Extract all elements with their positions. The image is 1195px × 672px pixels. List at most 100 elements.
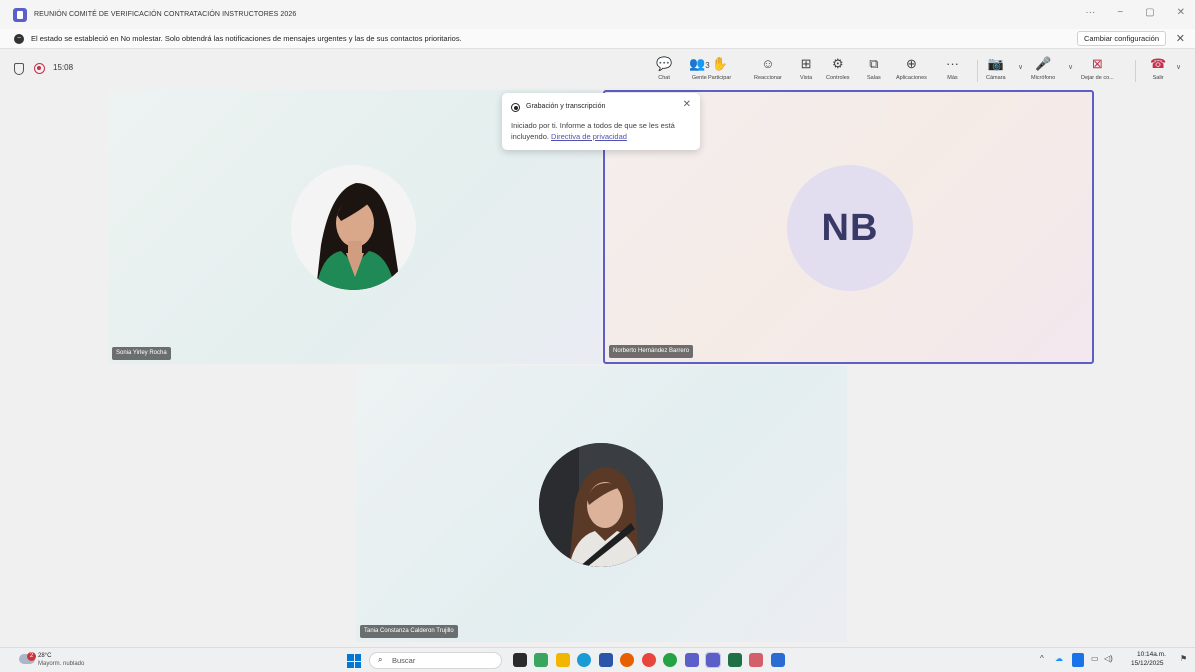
weather-description[interactable]: Mayorm. nublado <box>38 661 84 667</box>
teams-app-icon[interactable] <box>685 653 699 667</box>
notification-close-icon[interactable]: ✕ <box>1176 32 1185 45</box>
apps-button[interactable]: ⊕ Aplicaciones <box>896 55 927 81</box>
meeting-timer: 15:08 <box>53 63 74 72</box>
leave-label: Salir <box>1152 75 1164 81</box>
stop-sharing-button[interactable]: ⊠ Dejar de co... <box>1081 55 1114 81</box>
tray-expand-icon[interactable]: ^ <box>1040 654 1044 663</box>
recording-icon <box>511 103 520 112</box>
search-placeholder: Buscar <box>392 656 416 665</box>
teams-meeting-icon[interactable] <box>705 652 721 668</box>
people-icon: 👥3 <box>689 56 710 71</box>
file-explorer-icon[interactable] <box>556 653 570 667</box>
chat-icon: 💬 <box>656 56 673 71</box>
ellipsis-icon: ··· <box>946 56 959 71</box>
people-button[interactable]: 👥3 Gente <box>689 55 710 81</box>
snipping-tool-icon[interactable] <box>749 653 763 667</box>
view-button[interactable]: ⊞ Vista <box>800 55 812 81</box>
add-apps-icon: ⊕ <box>905 56 917 71</box>
volume-icon[interactable]: ◁) <box>1104 654 1113 663</box>
leave-button[interactable]: ☎ Salir <box>1150 55 1166 81</box>
react-button[interactable]: ☺ Reaccionar <box>754 55 782 81</box>
task-view-icon[interactable] <box>513 653 527 667</box>
meeting-toolbar: 15:08 💬 Chat 👥3 Gente ✋ Participar ☺ Rea… <box>0 50 1195 90</box>
whatsapp-icon[interactable] <box>663 653 677 667</box>
woman-portrait-icon <box>291 165 416 290</box>
do-not-disturb-icon: − <box>14 33 24 44</box>
window-controls: ··· − ▢ ✕ <box>1085 7 1185 18</box>
raise-hand-button[interactable]: ✋ Participar <box>708 55 731 81</box>
teams-logo-icon <box>13 7 27 22</box>
participant-name-tag: Norberto Hernández Barrero <box>609 345 694 358</box>
weather-temperature[interactable]: 28°C <box>38 653 51 659</box>
shield-icon[interactable] <box>14 63 24 75</box>
chat-label: Chat <box>658 75 670 81</box>
title-bar: REUNIÓN COMITÉ DE VERIFICACIÓN CONTRATAC… <box>0 0 1195 29</box>
view-label: Vista <box>800 75 813 81</box>
window-title: REUNIÓN COMITÉ DE VERIFICACIÓN CONTRATAC… <box>34 11 297 18</box>
smiley-icon: ☺ <box>761 56 775 71</box>
more-options-icon[interactable]: ··· <box>1085 7 1095 18</box>
stop-sharing-icon: ⊠ <box>1091 56 1103 71</box>
participant-photo-avatar <box>291 165 416 290</box>
more-label: Más <box>947 75 958 81</box>
react-label: Reaccionar <box>754 75 782 81</box>
popup-body: Iniciado por ti. Informe a todos de que … <box>511 120 696 142</box>
hang-up-icon: ☎ <box>1150 56 1167 71</box>
windows-start-icon[interactable] <box>347 654 361 668</box>
camera-options-chevron-icon[interactable]: ∨ <box>1018 63 1023 71</box>
rooms-button[interactable]: ⧉ Salas <box>867 55 881 81</box>
participant-photo-avatar <box>539 443 663 567</box>
firefox-icon[interactable] <box>620 653 634 667</box>
mic-label: Micrófono <box>1031 75 1056 81</box>
more-button[interactable]: ··· Más <box>946 55 959 81</box>
clock-time[interactable]: 10:14a.m. <box>1137 651 1166 658</box>
store-app-icon[interactable] <box>599 653 613 667</box>
change-settings-button[interactable]: Cambiar configuración <box>1076 31 1166 46</box>
rooms-label: Salas <box>867 75 881 81</box>
woman-in-car-portrait-icon <box>539 443 663 567</box>
popup-close-icon[interactable]: ✕ <box>683 99 691 110</box>
chrome-icon[interactable] <box>642 653 656 667</box>
controls-label: Controles <box>826 75 850 81</box>
mic-options-chevron-icon[interactable]: ∨ <box>1068 63 1073 71</box>
raise-hand-icon: ✋ <box>711 56 728 71</box>
microphone-icon: 🎤 <box>1034 56 1052 71</box>
controls-button[interactable]: ⚙ Controles <box>826 55 850 81</box>
toolbar-divider <box>1135 60 1136 82</box>
participant-tile[interactable]: Tania Constanza Calderon Trujillo <box>356 366 847 642</box>
chat-button[interactable]: 💬 Chat <box>656 55 672 81</box>
os-taskbar: 2 28°C Mayorm. nublado ⌕ Buscar ^ ☁ ▭ ◁)… <box>0 647 1195 672</box>
grid-view-icon: ⊞ <box>800 56 812 71</box>
network-icon[interactable]: ▭ <box>1091 654 1099 663</box>
controls-icon: ⚙ <box>831 56 844 71</box>
mic-button[interactable]: 🎤 Micrófono <box>1031 55 1055 81</box>
widgets-app-icon[interactable] <box>534 653 548 667</box>
close-window-icon[interactable]: ✕ <box>1177 7 1185 18</box>
initials-avatar: NB <box>787 165 913 291</box>
camera-label: Cámara <box>986 75 1006 81</box>
notification-bell-icon[interactable]: ⚑ <box>1180 654 1187 663</box>
recording-icon[interactable] <box>34 63 45 74</box>
mic-in-use-icon[interactable] <box>1072 653 1084 667</box>
leave-options-chevron-icon[interactable]: ∨ <box>1176 63 1181 71</box>
participant-name-tag: Tania Constanza Calderon Trujillo <box>360 625 458 638</box>
weather-badge: 2 <box>27 652 36 661</box>
privacy-policy-link[interactable]: Directiva de privacidad <box>551 132 627 141</box>
excel-icon[interactable] <box>728 653 742 667</box>
recording-popup: Grabación y transcripción ✕ Iniciado por… <box>502 93 700 150</box>
search-icon: ⌕ <box>378 655 383 664</box>
maximize-icon[interactable]: ▢ <box>1145 7 1154 18</box>
edge-browser-icon[interactable] <box>577 653 591 667</box>
outlook-icon[interactable] <box>771 653 785 667</box>
clock-date[interactable]: 15/12/2025 <box>1131 660 1164 667</box>
people-label: Gente <box>691 75 707 81</box>
rooms-icon: ⧉ <box>869 56 879 71</box>
camera-off-icon: 📷 <box>987 56 1004 71</box>
minimize-icon[interactable]: − <box>1117 7 1123 18</box>
taskbar-search[interactable]: ⌕ Buscar <box>369 652 502 669</box>
camera-button[interactable]: 📷 Cámara <box>986 55 1006 81</box>
apps-label: Aplicaciones <box>896 75 927 81</box>
onedrive-icon[interactable]: ☁ <box>1055 654 1063 663</box>
toolbar-divider <box>977 60 978 82</box>
participant-name-tag: Sonia Yirley Rocha <box>112 347 171 360</box>
